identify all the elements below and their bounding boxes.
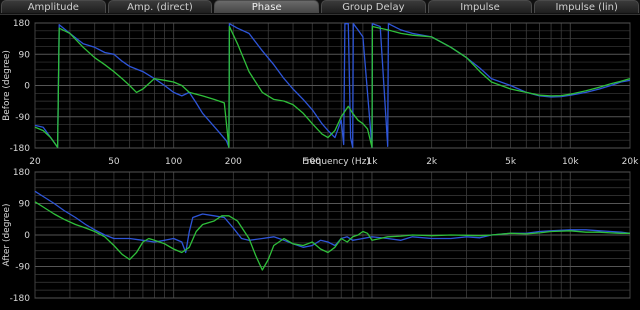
x-tick-label: 20: [29, 157, 41, 167]
tab-group-delay[interactable]: Group Delay: [321, 0, 426, 13]
x-tick-label: 2k: [426, 157, 438, 167]
y-tick-label: -90: [15, 113, 30, 123]
x-tick-label: 200: [225, 157, 242, 167]
y-tick-label: -90: [15, 263, 30, 273]
x-tick-label: 10k: [562, 157, 579, 167]
x-axis-label: Frequency (Hz): [302, 157, 370, 167]
x-tick-label: 5k: [505, 157, 517, 167]
y-axis-label: Before (degree): [2, 50, 12, 121]
y-tick-label: -180: [10, 144, 31, 154]
tab-impulse[interactable]: Impulse: [427, 0, 533, 13]
tab-bar: Amplitude Amp. (direct) Phase Group Dela…: [0, 0, 640, 15]
y-tick-label: 90: [19, 50, 31, 60]
x-tick-label: 20k: [622, 157, 639, 167]
tab-amp-direct[interactable]: Amp. (direct): [107, 0, 213, 13]
y-tick-label: 0: [24, 82, 30, 92]
tab-phase[interactable]: Phase: [214, 0, 320, 13]
y-tick-label: 180: [13, 19, 30, 29]
y-axis-label: After (degree): [2, 203, 12, 266]
tab-impulse-lin[interactable]: Impulse (lin): [534, 0, 640, 13]
y-tick-label: -180: [10, 294, 31, 304]
y-tick-label: 0: [24, 231, 30, 241]
phase-plots: 180900-90-180Before (degree)20 50 100 200 50…: [2, 19, 639, 304]
y-tick-label: 180: [13, 168, 30, 178]
x-tick-label: 100: [165, 157, 182, 167]
y-tick-label: 90: [19, 200, 31, 210]
tab-amplitude[interactable]: Amplitude: [1, 0, 106, 13]
x-tick-label: 50: [108, 157, 120, 167]
plot-area: 180 90 0 -90 -180 Before (degree) 20 50 100 200 50…: [0, 15, 640, 306]
